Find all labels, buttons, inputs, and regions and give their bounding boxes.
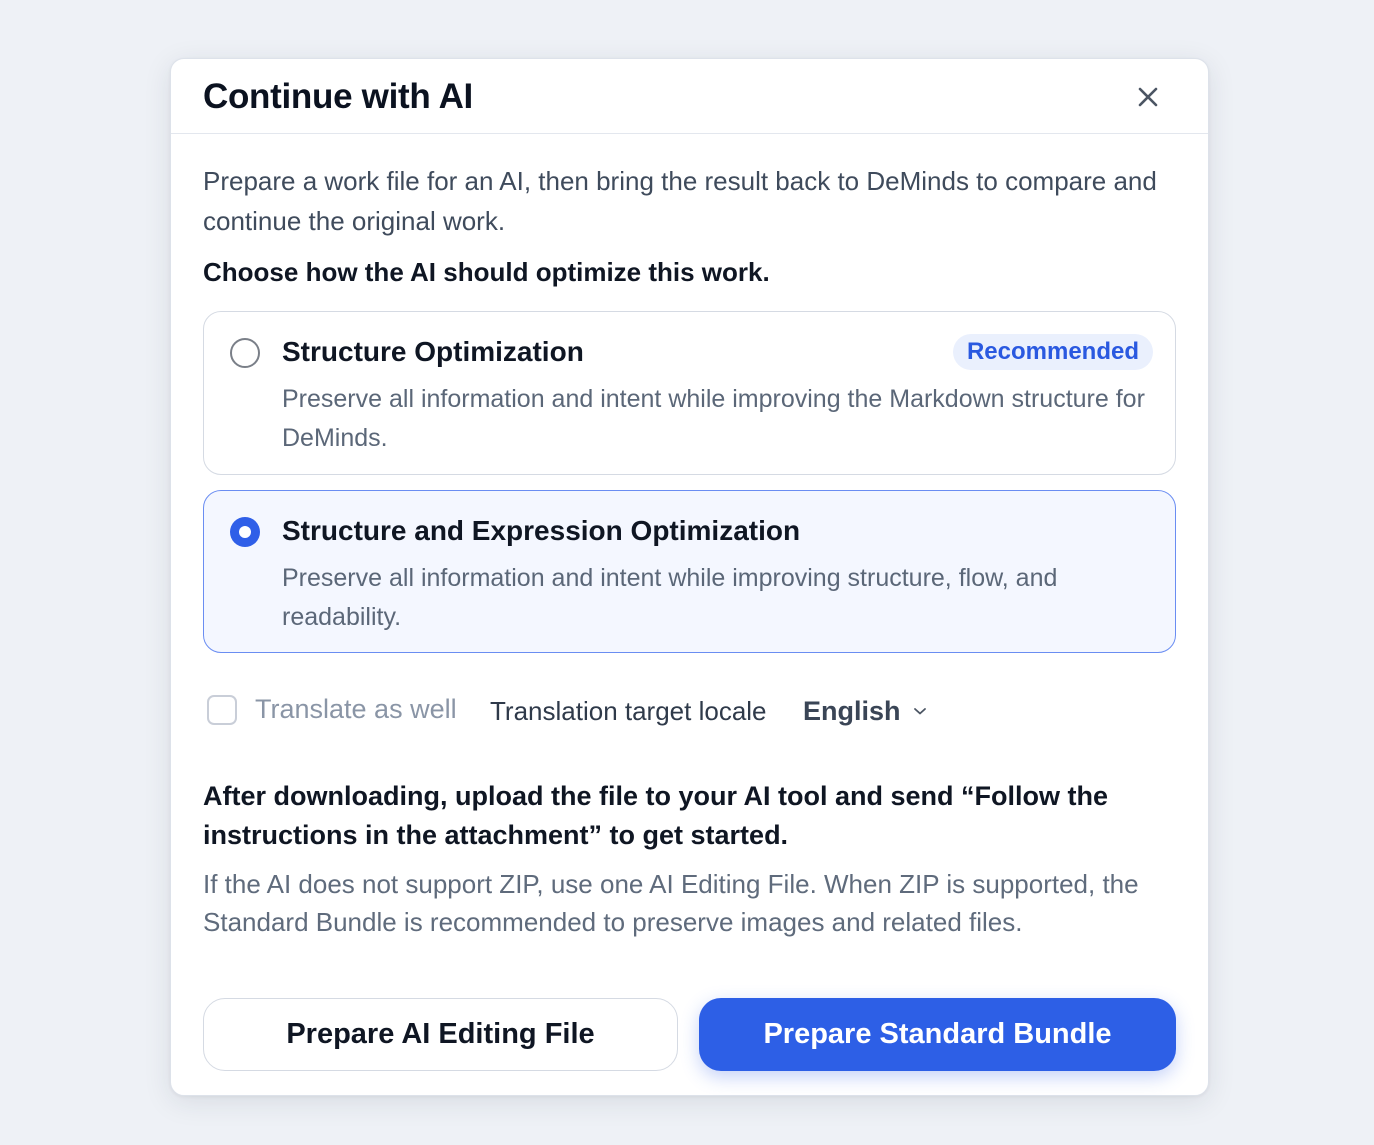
dialog-title: Continue with AI [203,77,473,116]
locale-value: English [803,695,901,726]
option-title: Structure Optimization [282,336,584,367]
radio-structure-optimization[interactable] [230,338,260,368]
prepare-ai-editing-file-button[interactable]: Prepare AI Editing File [203,998,678,1071]
translate-row: Translate as well Translation target loc… [205,691,1105,731]
radio-structure-and-expression-optimization[interactable] [230,517,260,547]
after-download-instructions: After downloading, upload the file to yo… [203,781,1108,850]
close-button[interactable] [1136,85,1160,109]
option-title: Structure and Expression Optimization [282,515,801,546]
option-description: Preserve all information and intent whil… [282,564,1058,631]
continue-with-ai-dialog: Continue with AI Prepare a work file for… [170,58,1209,1096]
close-icon [1138,87,1158,107]
option-structure-optimization[interactable]: Structure Optimization Recommended Prese… [203,311,1176,475]
translate-checkbox[interactable] [207,695,237,725]
recommended-badge: Recommended [952,334,1153,370]
locale-label: Translation target locale [490,696,767,726]
optimization-prompt: Choose how the AI should optimize this w… [203,257,770,287]
prepare-standard-bundle-button[interactable]: Prepare Standard Bundle [699,998,1176,1071]
option-description: Preserve all information and intent whil… [282,385,1145,452]
locale-select[interactable]: English [803,691,927,731]
translate-checkbox-label[interactable]: Translate as well [255,694,457,725]
zip-support-note: If the AI does not support ZIP, use one … [203,869,1139,937]
option-structure-and-expression-optimization[interactable]: Structure and Expression Optimization Pr… [203,490,1176,653]
dialog-intro: Prepare a work file for an AI, then brin… [203,166,1157,236]
dialog-header: Continue with AI [171,59,1208,134]
chevron-down-icon [913,708,926,715]
